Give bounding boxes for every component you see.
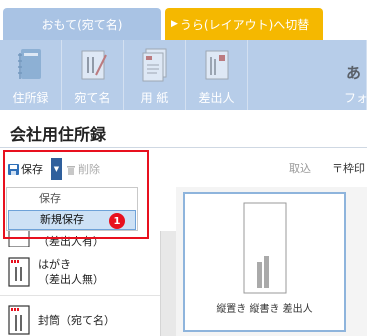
ribbon-addressee-button[interactable]: 宛て名 — [62, 40, 124, 110]
font-icon: あ — [346, 64, 362, 82]
envelope-icon — [8, 305, 30, 335]
ribbon-label: フォ — [344, 91, 367, 105]
sender-icon — [205, 50, 228, 80]
divider — [0, 147, 367, 148]
vertical-layout-icon — [243, 202, 287, 294]
postal-frame-print-button[interactable]: 〒枠印 — [332, 160, 365, 176]
postcard-icon — [8, 257, 30, 287]
tab-switch-to-back[interactable]: ▶ うら(レイアウト)へ切替 — [165, 8, 323, 40]
ribbon: 住所録 宛て名 用 紙 差出人 あ フォ — [0, 40, 367, 110]
play-arrow-icon: ▶ — [171, 19, 178, 29]
layout-card-label: 縦置き 縦書き 差出人 — [216, 304, 313, 315]
layout-card[interactable]: 縦置き 縦書き 差出人 — [183, 192, 346, 332]
tab-back-label: うら(レイアウト)へ切替 — [179, 17, 310, 32]
ribbon-paper-button[interactable]: 用 紙 — [124, 40, 186, 110]
list-scrollbar[interactable] — [160, 231, 176, 336]
ribbon-label: 用 紙 — [140, 91, 169, 105]
ribbon-label: 差出人 — [198, 91, 235, 105]
ribbon-sender-button[interactable]: 差出人 — [186, 40, 248, 110]
page-title: 会社用住所録 — [10, 125, 107, 144]
import-button[interactable]: 取込 — [289, 160, 311, 176]
list-item-title: はがき — [38, 258, 71, 271]
address-book-icon — [17, 49, 41, 79]
paper-icon — [142, 48, 166, 82]
tab-front-address[interactable]: おもて(宛て名) — [3, 8, 161, 40]
annotation-highlight-box — [3, 150, 149, 239]
tab-front-label: おもて(宛て名) — [41, 17, 123, 32]
tab-strip: おもて(宛て名) ▶ うら(レイアウト)へ切替 — [0, 0, 367, 40]
addressee-icon — [81, 50, 107, 80]
ribbon-label: 住所録 — [12, 91, 49, 105]
ribbon-address-book-button[interactable]: 住所録 — [0, 40, 62, 110]
list-item-subtitle: （差出人無） — [38, 273, 104, 286]
ribbon-label: 宛て名 — [74, 91, 111, 105]
list-item-title: 封筒（宛て名） — [38, 314, 115, 327]
list-item[interactable]: はがき （差出人無） — [0, 252, 160, 296]
ribbon-font-button[interactable]: あ フォ — [248, 40, 367, 110]
list-item[interactable]: 封筒（宛て名） — [0, 300, 160, 336]
